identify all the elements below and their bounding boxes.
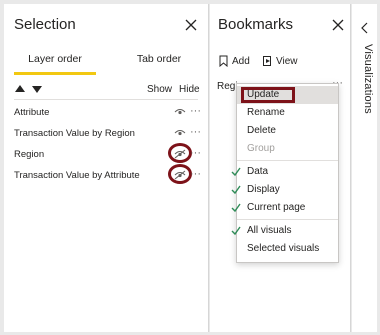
tab-layer-order[interactable]: Layer order (14, 53, 96, 65)
add-label: Add (232, 55, 250, 67)
app-frame: Selection Layer order Tab order Show Hid… (0, 0, 380, 335)
view-icon (263, 56, 271, 66)
menu-item-label: Data (247, 166, 269, 177)
layer-label: Transaction Value by Attribute (14, 170, 140, 181)
check-icon (231, 226, 241, 236)
visualizations-title[interactable]: Visualizations (354, 44, 374, 204)
menu-item-update[interactable]: Update (237, 86, 338, 104)
menu-item-display[interactable]: Display (231, 181, 338, 199)
selection-pane: Selection Layer order Tab order Show Hid… (4, 4, 209, 332)
bookmarks-title: Bookmarks (218, 16, 294, 33)
tab-tab-order[interactable]: Tab order (124, 53, 194, 65)
menu-item-label: Delete (247, 125, 276, 136)
view-button[interactable]: View (262, 55, 298, 67)
chevron-left-icon[interactable] (360, 22, 369, 34)
menu-divider (237, 219, 338, 220)
menu-item-rename[interactable]: Rename (237, 104, 338, 122)
layer-row[interactable]: Transaction Value by Attribute ··· (14, 164, 201, 184)
menu-item-label: Selected visuals (247, 243, 320, 254)
arrow-down-icon[interactable] (31, 84, 43, 94)
active-tab-indicator (14, 72, 96, 75)
menu-item-current-page[interactable]: Current page (231, 199, 338, 217)
menu-item-delete[interactable]: Delete (237, 122, 338, 140)
close-icon[interactable] (332, 19, 344, 31)
menu-item-group: Group (237, 140, 338, 158)
view-label: View (276, 55, 298, 67)
bookmark-context-menu: Update Rename Delete Group Data Display … (231, 83, 339, 263)
eye-hidden-icon[interactable] (174, 149, 186, 159)
check-icon (231, 203, 241, 213)
layer-row[interactable]: Region ··· (14, 143, 201, 163)
eye-hidden-icon[interactable] (174, 170, 186, 180)
layer-label: Transaction Value by Region (14, 128, 135, 139)
close-icon[interactable] (185, 19, 197, 31)
selection-title: Selection (14, 16, 76, 33)
menu-item-selected-visuals[interactable]: Selected visuals (237, 240, 338, 258)
hide-button[interactable]: Hide (179, 84, 200, 95)
menu-item-data[interactable]: Data (231, 163, 338, 181)
more-options-icon[interactable]: ··· (190, 126, 201, 138)
eye-icon[interactable] (174, 128, 186, 138)
menu-item-label: Current page (247, 202, 306, 213)
menu-item-label: Display (247, 184, 280, 195)
menu-item-label: Group (247, 143, 275, 154)
menu-item-all-visuals[interactable]: All visuals (231, 222, 338, 240)
divider (14, 99, 198, 100)
arrow-up-icon[interactable] (14, 84, 26, 94)
more-options-icon[interactable]: ··· (190, 105, 201, 117)
layer-label: Region (14, 149, 45, 160)
check-icon (231, 185, 241, 195)
menu-item-label: Update (247, 89, 280, 100)
menu-divider (237, 160, 338, 161)
add-bookmark-button[interactable]: Add (218, 55, 250, 67)
layer-label: Attribute (14, 107, 50, 118)
more-options-icon[interactable]: ··· (190, 147, 201, 159)
bookmark-add-icon (219, 55, 228, 67)
layer-row[interactable]: Attribute ··· (14, 105, 201, 121)
check-icon (231, 167, 241, 177)
show-button[interactable]: Show (147, 84, 172, 95)
more-options-icon[interactable]: ··· (190, 168, 201, 180)
eye-icon[interactable] (174, 107, 186, 117)
menu-item-label: Rename (247, 107, 285, 118)
menu-item-label: All visuals (247, 225, 292, 236)
visualizations-pane: Visualizations (352, 4, 377, 332)
layer-row[interactable]: Transaction Value by Region ··· (14, 126, 201, 142)
